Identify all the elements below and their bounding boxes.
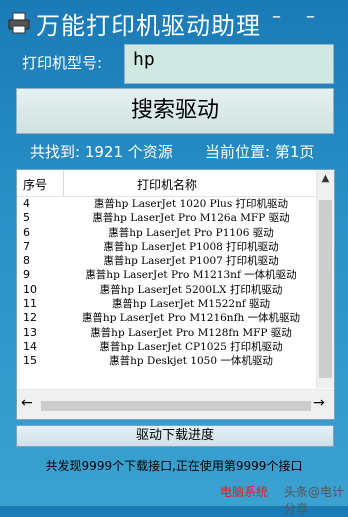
printer-name: 惠普hp LaserJet M1522nf 驱动: [111, 298, 271, 311]
watermark-left: 电脑系统: [220, 485, 269, 499]
row-number: 10: [23, 282, 37, 296]
table-row[interactable]: 14 惠普hp LaserJet CP1025 打印机驱动: [17, 340, 319, 354]
table-row[interactable]: 5 惠普hp LaserJet Pro M126a MFP 驱动: [17, 211, 319, 225]
app-icon: [8, 12, 30, 34]
driver-list[interactable]: 序号 打印机名称 4 惠普hp LaserJet 1020 Plus 打印机驱动 5…: [16, 169, 335, 420]
row-number: 11: [23, 297, 37, 311]
close-button[interactable]: –: [306, 6, 315, 27]
table-row[interactable]: 9 惠普hp LaserJet Pro M1213nf 一体机驱动: [17, 268, 319, 282]
search-driver-button[interactable]: 搜索驱动: [16, 88, 334, 134]
minimize-button[interactable]: –: [272, 6, 281, 27]
table-row[interactable]: 15 惠普hp Deskjet 1050 一体机驱动: [17, 354, 319, 368]
download-progress-button[interactable]: 驱动下载进度: [16, 425, 334, 447]
window-title: 万能打印机驱动助理: [36, 12, 261, 40]
row-number: 14: [23, 339, 37, 353]
table-row[interactable]: 13 惠普hp LaserJet Pro M128fn MFP 驱动: [17, 326, 319, 340]
scroll-right-arrow-icon[interactable]: →: [313, 395, 325, 411]
list-rows: 4 惠普hp LaserJet 1020 Plus 打印机驱动 5 惠普hp Lase…: [17, 197, 319, 369]
status-text: 共发现9999个下载接口,正在使用第9999个接口: [45, 459, 303, 473]
row-number: 6: [23, 225, 30, 239]
printer-name: 惠普hp LaserJet Pro M128fn MFP 驱动: [90, 326, 292, 339]
row-number: 15: [23, 354, 37, 368]
table-row[interactable]: 12 惠普hp LaserJet Pro M1216nfh 一体机驱动: [17, 311, 319, 325]
printer-name: 惠普hp LaserJet Pro P1106 驱动: [108, 226, 274, 239]
printer-name: 惠普hp LaserJet 5200LX 打印机驱动: [99, 283, 283, 296]
row-number: 9: [23, 268, 30, 282]
table-row[interactable]: 11 惠普hp LaserJet M1522nf 驱动: [17, 297, 319, 311]
row-number: 12: [23, 311, 37, 325]
row-number: 13: [23, 325, 37, 339]
table-row[interactable]: 7 惠普hp LaserJet P1008 打印机驱动: [17, 240, 319, 254]
printer-name: 惠普hp LaserJet P1008 打印机驱动: [103, 240, 279, 253]
table-row[interactable]: 4 惠普hp LaserJet 1020 Plus 打印机驱动: [17, 197, 319, 211]
printer-model-label: 打印机型号:: [22, 54, 103, 72]
list-header: 序号 打印机名称: [17, 170, 319, 197]
scroll-left-arrow-icon[interactable]: ←: [21, 395, 33, 411]
table-row[interactable]: 8 惠普hp LaserJet P1007 打印机驱动: [17, 254, 319, 268]
printer-name: 惠普hp LaserJet 1020 Plus 打印机驱动: [93, 198, 289, 210]
printer-name: 惠普hp LaserJet CP1025 打印机驱动: [99, 340, 283, 353]
page-position: 当前位置: 第1页: [205, 143, 315, 161]
printer-name: 惠普hp Deskjet 1050 一体机驱动: [109, 355, 273, 368]
watermark-right: 头条@电计分享: [284, 485, 345, 516]
printer-name: 惠普hp LaserJet P1007 打印机驱动: [103, 255, 279, 268]
row-number: 4: [23, 197, 30, 210]
result-count: 共找到: 1921 个资源: [30, 143, 173, 161]
printer-model-input[interactable]: hp: [124, 44, 334, 84]
column-divider[interactable]: [63, 170, 64, 196]
scroll-up-arrow-icon[interactable]: ▲: [317, 170, 334, 188]
printer-name: 惠普hp LaserJet Pro M1216nfh 一体机驱动: [81, 312, 301, 325]
column-header-name[interactable]: 打印机名称: [137, 176, 197, 193]
row-number: 5: [23, 211, 30, 225]
table-row[interactable]: 6 惠普hp LaserJet Pro P1106 驱动: [17, 226, 319, 240]
vertical-scrollbar[interactable]: ▲: [316, 170, 334, 388]
horizontal-scroll-thumb[interactable]: [41, 401, 311, 411]
printer-name: 惠普hp LaserJet Pro M126a MFP 驱动: [92, 212, 290, 225]
column-header-no[interactable]: 序号: [23, 176, 47, 193]
table-row[interactable]: 10 惠普hp LaserJet 5200LX 打印机驱动: [17, 283, 319, 297]
row-number: 8: [23, 254, 30, 268]
horizontal-scrollbar[interactable]: ← →: [17, 389, 334, 419]
printer-name: 惠普hp LaserJet Pro M1213nf 一体机驱动: [85, 269, 297, 282]
vertical-scroll-thumb[interactable]: [319, 200, 332, 378]
row-number: 7: [23, 239, 30, 253]
